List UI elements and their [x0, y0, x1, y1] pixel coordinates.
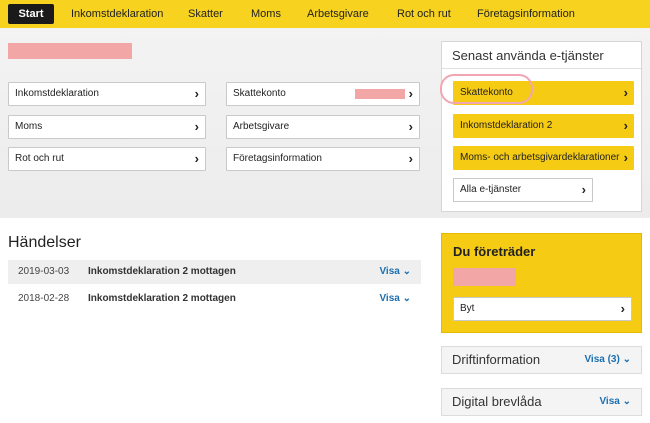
drift-info-card[interactable]: Driftinformation Visa (3) ⌄ [441, 346, 642, 374]
digital-mailbox-card[interactable]: Digital brevlåda Visa ⌄ [441, 388, 642, 416]
event-text: Inkomstdeklaration 2 mottagen [88, 266, 236, 277]
representing-panel: Du företräder Byt › [441, 233, 642, 333]
representing-title: Du företräder [453, 244, 536, 259]
button-label: Rot och rut [15, 153, 64, 164]
event-row: 2019-03-03 Inkomstdeklaration 2 mottagen… [8, 260, 421, 284]
button-label: Inkomstdeklaration 2 [460, 120, 553, 131]
recent-services-title: Senast använda e-tjänster [452, 48, 604, 63]
nav-rot-och-rut[interactable]: Rot och rut [397, 0, 451, 28]
nav-moms[interactable]: Moms [251, 0, 281, 28]
event-show-toggle[interactable]: Visa ⌄ [379, 260, 411, 284]
button-label: Skattekonto [233, 88, 286, 99]
button-label: Företagsinformation [233, 153, 322, 164]
event-text: Inkomstdeklaration 2 mottagen [88, 293, 236, 304]
event-date: 2018-02-28 [18, 293, 70, 304]
digital-mailbox-title: Digital brevlåda [452, 394, 542, 409]
recent-moms-arbetsgivardeklarationer-button[interactable]: Moms- och arbetsgivardeklarationer › [453, 146, 634, 170]
toggle-label: Visa [379, 293, 400, 304]
nav-inkomstdeklaration[interactable]: Inkomstdeklaration [71, 0, 163, 28]
chevron-right-icon: › [408, 151, 413, 166]
button-label: Arbetsgivare [233, 121, 290, 132]
switch-representative-button[interactable]: Byt › [453, 297, 632, 321]
redacted-representative [453, 268, 516, 286]
redacted-balance [355, 89, 405, 99]
drift-info-title: Driftinformation [452, 352, 541, 367]
chevron-right-icon: › [623, 118, 628, 133]
button-label: Byt [460, 303, 475, 314]
top-navigation: Start Inkomstdeklaration Skatter Moms Ar… [0, 0, 650, 28]
shortcut-arbetsgivare-button[interactable]: Arbetsgivare › [226, 115, 420, 139]
toggle-label: Visa (3) [584, 354, 620, 365]
chevron-down-icon: ⌄ [622, 396, 631, 407]
event-row: 2018-02-28 Inkomstdeklaration 2 mottagen… [8, 287, 421, 311]
events-title: Händelser [8, 234, 81, 251]
chevron-right-icon: › [623, 85, 628, 100]
shortcut-rot-och-rut-button[interactable]: Rot och rut › [8, 147, 206, 171]
chevron-right-icon: › [194, 119, 199, 134]
shortcut-skattekonto-button[interactable]: Skattekonto › [226, 82, 420, 106]
chevron-right-icon: › [620, 301, 625, 316]
divider [442, 68, 641, 69]
event-show-toggle[interactable]: Visa ⌄ [379, 287, 411, 311]
nav-foretagsinformation[interactable]: Företagsinformation [477, 0, 575, 28]
nav-skatter[interactable]: Skatter [188, 0, 223, 28]
drift-info-show-toggle[interactable]: Visa (3) ⌄ [584, 347, 631, 373]
nav-arbetsgivare[interactable]: Arbetsgivare [307, 0, 369, 28]
recent-services-panel: Senast använda e-tjänster Skattekonto › … [441, 41, 642, 212]
shortcut-moms-button[interactable]: Moms › [8, 115, 206, 139]
button-label: Moms [15, 121, 43, 132]
digital-mailbox-show-toggle[interactable]: Visa ⌄ [599, 389, 631, 415]
recent-inkomstdeklaration-2-button[interactable]: Inkomstdeklaration 2 › [453, 114, 634, 138]
chevron-down-icon: ⌄ [402, 266, 411, 277]
toggle-label: Visa [599, 396, 620, 407]
chevron-right-icon: › [581, 182, 586, 197]
chevron-down-icon: ⌄ [622, 354, 631, 365]
chevron-right-icon: › [194, 151, 199, 166]
toggle-label: Visa [379, 266, 400, 277]
nav-start[interactable]: Start [8, 4, 54, 24]
shortcut-inkomstdeklaration-button[interactable]: Inkomstdeklaration › [8, 82, 206, 106]
button-label: Alla e-tjänster [460, 184, 522, 195]
highlight-ring [440, 74, 533, 104]
all-e-services-button[interactable]: Alla e-tjänster › [453, 178, 593, 202]
chevron-right-icon: › [408, 119, 413, 134]
redacted-company-name [8, 43, 132, 59]
shortcut-foretagsinformation-button[interactable]: Företagsinformation › [226, 147, 420, 171]
button-label: Moms- och arbetsgivardeklarationer [460, 152, 620, 163]
event-date: 2019-03-03 [18, 266, 70, 277]
chevron-right-icon: › [621, 146, 628, 170]
chevron-right-icon: › [408, 86, 413, 101]
chevron-right-icon: › [194, 86, 199, 101]
button-label: Inkomstdeklaration [15, 88, 99, 99]
chevron-down-icon: ⌄ [402, 293, 411, 304]
